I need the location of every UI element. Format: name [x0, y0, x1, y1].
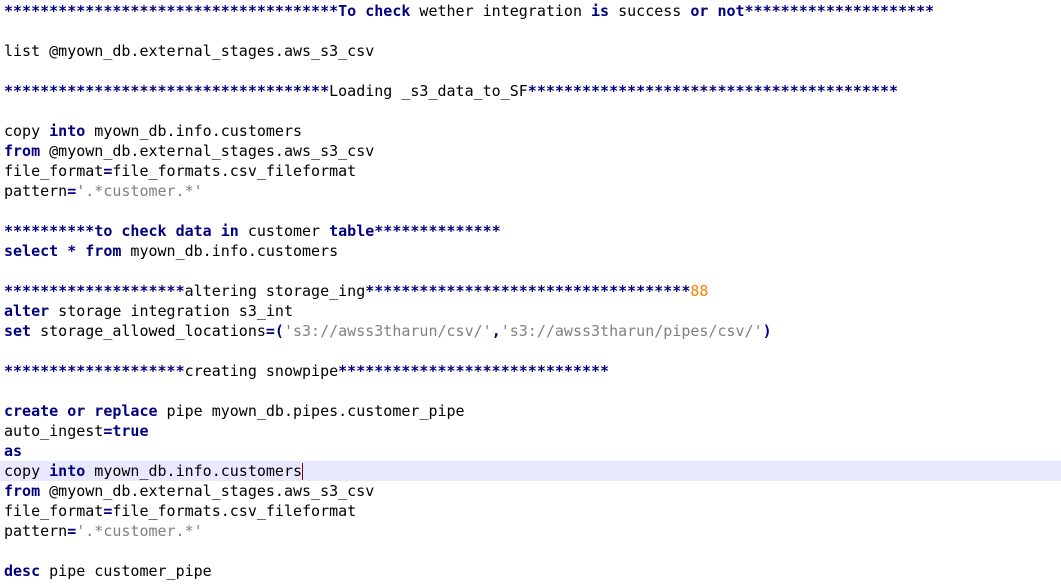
code-line[interactable] — [0, 21, 1061, 41]
code-line[interactable]: pattern='.*customer.*' — [0, 521, 1061, 541]
code-token: create or replace — [4, 402, 158, 420]
code-token: storage integration s3_int — [49, 302, 293, 320]
code-token: ************** — [374, 222, 501, 240]
code-token: ************************************ — [365, 282, 691, 300]
code-line[interactable] — [0, 61, 1061, 81]
code-token: ********************* — [744, 2, 935, 20]
code-token: '.*customer.*' — [76, 182, 203, 200]
code-token: ******************** — [4, 282, 185, 300]
code-token: from — [85, 242, 122, 260]
code-line[interactable]: file_format=file_formats.csv_fileformat — [0, 161, 1061, 181]
code-line[interactable]: ************************************Load… — [0, 81, 1061, 101]
code-line[interactable]: *************************************To … — [0, 1, 1061, 21]
code-line[interactable]: create or replace pipe myown_db.pipes.cu… — [0, 401, 1061, 421]
text-caret — [302, 463, 304, 480]
code-token: ****************************************… — [527, 82, 899, 100]
code-token: =( — [265, 322, 284, 340]
code-line[interactable] — [0, 541, 1061, 561]
code-token: pipe customer_pipe — [40, 562, 212, 580]
code-token: customer — [238, 222, 330, 240]
code-token: myown_db.info.customers — [85, 462, 303, 480]
code-token: as — [4, 442, 23, 460]
code-line[interactable]: **********to check data in customer tabl… — [0, 221, 1061, 241]
code-token: pattern — [4, 182, 68, 200]
code-token: wether integration — [410, 2, 592, 20]
code-token: storage_allowed_locations — [31, 322, 266, 340]
code-token: copy — [4, 462, 50, 480]
code-token: myown_db.info.customers — [121, 242, 339, 260]
code-token: 88 — [690, 282, 709, 300]
code-line[interactable] — [0, 101, 1061, 121]
code-token: ) — [762, 322, 772, 340]
code-token: ************************************* — [4, 2, 339, 20]
code-line[interactable]: as — [0, 441, 1061, 461]
code-token: from — [4, 142, 41, 160]
code-token: @myown_db.external_stages.aws_s3_csv — [40, 482, 375, 500]
code-token: file_format — [4, 502, 104, 520]
code-token: file_format — [4, 162, 104, 180]
code-line[interactable]: auto_ingest=true — [0, 421, 1061, 441]
code-token: into — [49, 122, 86, 140]
code-token: or not — [690, 2, 745, 20]
code-line[interactable]: list @myown_db.external_stages.aws_s3_cs… — [0, 41, 1061, 61]
code-token: myown_db.info.customers — [85, 122, 303, 140]
code-token: set — [4, 322, 32, 340]
code-line[interactable] — [0, 201, 1061, 221]
code-editor[interactable]: *************************************To … — [0, 0, 1061, 584]
code-token: ******************** — [4, 362, 185, 380]
code-token: , — [491, 322, 501, 340]
code-token: into — [49, 462, 86, 480]
code-token: pattern — [4, 522, 68, 540]
code-token: @myown_db.external_stages.aws_s3_csv — [40, 142, 375, 160]
code-line[interactable]: from @myown_db.external_stages.aws_s3_cs… — [0, 481, 1061, 501]
code-token: altering storage_ing — [184, 282, 366, 300]
code-line[interactable]: ********************altering storage_ing… — [0, 281, 1061, 301]
code-token: * — [67, 242, 77, 260]
code-token: from — [4, 482, 41, 500]
code-token: 's3://awss3tharun/pipes/csv/' — [500, 322, 763, 340]
code-line[interactable] — [0, 341, 1061, 361]
code-token: pipe myown_db.pipes.customer_pipe — [157, 402, 465, 420]
code-token: to check data in — [94, 222, 239, 240]
code-token: true — [112, 422, 149, 440]
code-token: file_formats.csv_fileformat — [112, 162, 357, 180]
code-line[interactable] — [0, 261, 1061, 281]
code-token: = — [67, 522, 77, 540]
code-token: copy — [4, 122, 50, 140]
code-token: alter — [4, 302, 50, 320]
code-token: '.*customer.*' — [76, 522, 203, 540]
code-line[interactable]: copy into myown_db.info.customers — [0, 461, 1061, 481]
code-token: ************************************ — [4, 82, 330, 100]
code-token: Loading _s3_data_to_SF — [329, 82, 528, 100]
code-token: = — [67, 182, 77, 200]
code-line[interactable]: from @myown_db.external_stages.aws_s3_cs… — [0, 141, 1061, 161]
code-token: is — [591, 2, 610, 20]
code-token: success — [609, 2, 691, 20]
code-line[interactable]: pattern='.*customer.*' — [0, 181, 1061, 201]
code-line[interactable]: ********************creating snowpipe***… — [0, 361, 1061, 381]
code-line[interactable]: desc pipe customer_pipe — [0, 561, 1061, 581]
code-line[interactable]: file_format=file_formats.csv_fileformat — [0, 501, 1061, 521]
code-token: To check — [338, 2, 411, 20]
code-token: file_formats.csv_fileformat — [112, 502, 357, 520]
code-token: creating snowpipe — [184, 362, 339, 380]
code-token: 's3://awss3tharun/csv/' — [283, 322, 492, 340]
code-line[interactable]: copy into myown_db.info.customers — [0, 121, 1061, 141]
code-token: select — [4, 242, 59, 260]
code-token: list @myown_db.external_stages.aws_s3_cs… — [4, 42, 375, 60]
code-token: ********** — [4, 222, 95, 240]
code-token: desc — [4, 562, 41, 580]
code-token: auto_ingest — [4, 422, 104, 440]
code-line[interactable]: set storage_allowed_locations=('s3://aws… — [0, 321, 1061, 341]
code-token: ****************************** — [338, 362, 610, 380]
code-line[interactable]: select * from myown_db.info.customers — [0, 241, 1061, 261]
code-token: table — [329, 222, 375, 240]
code-line[interactable]: alter storage integration s3_int — [0, 301, 1061, 321]
code-line[interactable] — [0, 381, 1061, 401]
